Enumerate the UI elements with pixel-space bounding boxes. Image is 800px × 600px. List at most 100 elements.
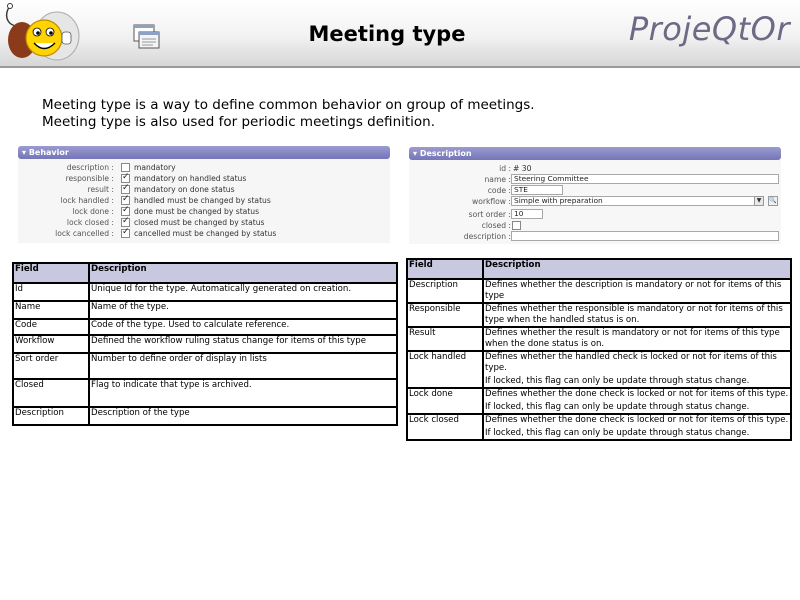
- sort-order-input[interactable]: 10: [511, 209, 543, 219]
- field-description-cell: Defines whether the done check is locked…: [482, 387, 792, 415]
- brand-logo-text: ProjeQtOr: [628, 10, 790, 48]
- table-row: Lock handled Defines whether the handled …: [406, 350, 792, 389]
- field-name-cell: Code: [12, 318, 90, 336]
- description-text: Defines whether the handled check is loc…: [485, 352, 777, 373]
- field-description-cell: Defines whether the result is mandatory …: [482, 326, 792, 352]
- behavior-panel: ▾ Behavior description : mandatory respons…: [18, 146, 390, 243]
- field-name-cell: Description: [406, 278, 484, 304]
- field-description-cell: Name of the type.: [88, 300, 398, 320]
- header-bar: Meeting type ProjeQtOr: [0, 0, 800, 68]
- field-name-cell: Result: [406, 326, 484, 352]
- behavior-row-text: mandatory on handled status: [134, 174, 247, 183]
- behavior-checkbox[interactable]: [121, 205, 130, 216]
- table-row: Lock closed Defines whether the done chec…: [406, 413, 792, 441]
- field-description-cell: Defines whether the handled check is loc…: [482, 350, 792, 389]
- behavior-checkbox[interactable]: [121, 194, 130, 205]
- field-name-cell: Description: [12, 406, 90, 426]
- workflow-row: workflow : Simple with preparation ▼ 🔍: [409, 196, 781, 209]
- description-panel-header[interactable]: ▾ Description: [409, 147, 781, 160]
- behavior-row-label: lock closed :: [66, 218, 114, 227]
- behavior-row: lock handled : handled must be changed by…: [18, 194, 390, 206]
- column-header-field: Field: [406, 258, 484, 280]
- table-row: Description Description of the type: [12, 406, 398, 426]
- field-name-cell: Lock done: [406, 387, 484, 415]
- id-value: # 30: [513, 164, 532, 173]
- behavior-row: lock cancelled : cancelled must be change…: [18, 227, 390, 239]
- field-description-cell: Defines whether the done check is locked…: [482, 413, 792, 441]
- behavior-row: result : mandatory on done status: [18, 183, 390, 195]
- column-header-description: Description: [482, 258, 792, 280]
- field-description-cell: Flag to indicate that type is archived.: [88, 378, 398, 408]
- table-row: Code Code of the type. Used to calculate …: [12, 318, 398, 336]
- table-row: Sort order Number to define order of disp…: [12, 352, 398, 380]
- behavior-panel-title: Behavior: [28, 148, 69, 157]
- id-row: id : # 30: [409, 163, 781, 174]
- field-description-cell: Defined the workflow ruling status chang…: [88, 334, 398, 354]
- behavior-row-text: mandatory: [134, 163, 176, 172]
- behavior-checkbox[interactable]: [121, 216, 130, 227]
- behavior-row-text: done must be changed by status: [134, 207, 260, 216]
- search-icon[interactable]: 🔍: [768, 196, 778, 206]
- description-text: Defines whether the result is mandatory …: [485, 328, 780, 349]
- code-input[interactable]: STE: [511, 185, 563, 195]
- description-text: Defines whether the done check is locked…: [485, 415, 789, 425]
- field-name-cell: Id: [12, 282, 90, 302]
- behavior-row-label: lock handled :: [60, 196, 114, 205]
- table-row: Responsible Defines whether the responsib…: [406, 302, 792, 328]
- name-input[interactable]: Steering Committee: [511, 174, 779, 184]
- field-name-cell: Name: [12, 300, 90, 320]
- behavior-checkbox[interactable]: [121, 227, 130, 238]
- behavior-row: lock done : done must be changed by statu…: [18, 205, 390, 217]
- intro-line-1: Meeting type is a way to define common b…: [42, 97, 535, 113]
- code-row: code : STE: [409, 185, 781, 196]
- behavior-row-text: handled must be changed by status: [134, 196, 271, 205]
- behavior-rows: description : mandatory responsible : manda…: [18, 162, 390, 239]
- id-label: id :: [499, 164, 511, 173]
- field-description-cell: Number to define order of display in lis…: [88, 352, 398, 380]
- table-row: Result Defines whether the result is mand…: [406, 326, 792, 352]
- description-note: If locked, this flag can only be update …: [485, 428, 750, 438]
- table-row: Name Name of the type.: [12, 300, 398, 320]
- description-panel-title: Description: [419, 149, 472, 158]
- closed-label: closed :: [481, 221, 511, 230]
- collapse-arrow-icon: ▾: [413, 149, 420, 158]
- column-header-description: Description: [88, 262, 398, 284]
- sort-order-row: sort order : 10: [409, 209, 781, 220]
- description-text: Defines whether the responsible is manda…: [485, 304, 783, 325]
- closed-row: closed :: [409, 220, 781, 231]
- behavior-panel-body: description : mandatory responsible : manda…: [18, 159, 390, 243]
- behavior-checkbox[interactable]: [121, 163, 130, 172]
- table-row: Lock done Defines whether the done check …: [406, 387, 792, 415]
- field-name-cell: Lock handled: [406, 350, 484, 389]
- name-row: name : Steering Committee: [409, 174, 781, 185]
- table-header-row: Field Description: [12, 262, 398, 284]
- chevron-down-icon[interactable]: ▼: [754, 196, 764, 206]
- closed-checkbox[interactable]: [512, 221, 521, 230]
- behavior-checkbox[interactable]: [121, 183, 130, 194]
- fields-table-right: Field Description Description Defines whe…: [406, 258, 792, 441]
- description-input[interactable]: [511, 231, 779, 241]
- field-name-cell: Workflow: [12, 334, 90, 354]
- description-label: description :: [463, 232, 511, 241]
- behavior-checkbox[interactable]: [121, 172, 130, 183]
- description-note: If locked, this flag can only be update …: [485, 402, 750, 412]
- field-name-cell: Closed: [12, 378, 90, 408]
- behavior-row-text: closed must be changed by status: [134, 218, 265, 227]
- behavior-row-label: responsible :: [65, 174, 114, 183]
- description-row: description :: [409, 231, 781, 242]
- table-row: Id Unique Id for the type. Automatically …: [12, 282, 398, 302]
- field-name-cell: Responsible: [406, 302, 484, 328]
- description-text: Defines whether the done check is locked…: [485, 389, 789, 399]
- workflow-select[interactable]: Simple with preparation: [511, 196, 755, 206]
- table-row: Workflow Defined the workflow ruling stat…: [12, 334, 398, 354]
- behavior-panel-header[interactable]: ▾ Behavior: [18, 146, 390, 159]
- field-name-cell: Lock closed: [406, 413, 484, 441]
- behavior-row: description : mandatory: [18, 162, 390, 173]
- table-row: Closed Flag to indicate that type is arch…: [12, 378, 398, 408]
- field-description-cell: Defines whether the responsible is manda…: [482, 302, 792, 328]
- column-header-field: Field: [12, 262, 90, 284]
- description-note: If locked, this flag can only be update …: [485, 376, 750, 386]
- field-description-cell: Code of the type. Used to calculate refe…: [88, 318, 398, 336]
- behavior-row-label: lock done :: [72, 207, 114, 216]
- table-row: Description Defines whether the descripti…: [406, 278, 792, 304]
